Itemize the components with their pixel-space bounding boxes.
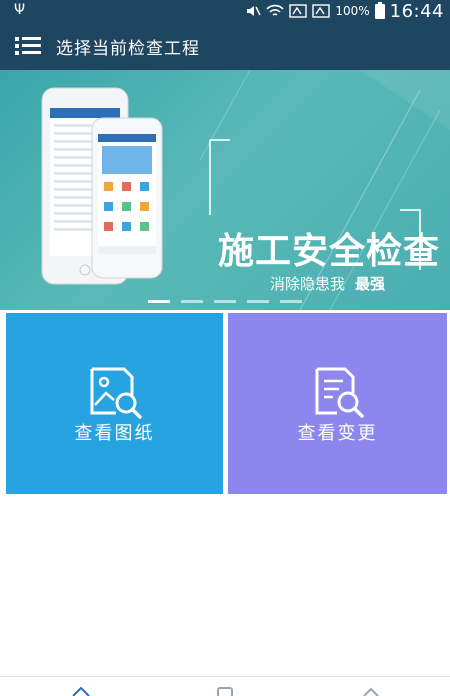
slide-indicators: [148, 300, 302, 303]
usb-icon: Ψ: [14, 2, 26, 18]
signal-icon-2: [312, 4, 331, 18]
slide-indicator[interactable]: [214, 300, 236, 303]
status-icons: 100% 16:44: [245, 0, 444, 22]
image-search-icon: [90, 367, 142, 419]
clock: 16:44: [389, 0, 444, 22]
banner-headline: 施工安全检查: [218, 231, 441, 272]
banner-subtitle: 消除隐患我 最强: [270, 273, 385, 294]
phone-front: [91, 117, 163, 279]
status-bar: Ψ 100% 16:44: [0, 0, 450, 22]
view-changes-label: 查看变更: [297, 423, 378, 444]
banner-subtitle-text: 消除隐患我: [270, 275, 346, 293]
bottom-navigation: [0, 676, 450, 696]
battery-percent: 100%: [335, 4, 370, 18]
slide-indicator[interactable]: [280, 300, 302, 303]
view-drawings-label: 查看图纸: [74, 423, 155, 444]
menu-list-icon[interactable]: [14, 32, 42, 60]
slide-indicator[interactable]: [181, 300, 203, 303]
app-bar: 选择当前检查工程: [0, 22, 450, 70]
slide-indicator[interactable]: [247, 300, 269, 303]
slide-indicator[interactable]: [148, 300, 170, 303]
page-title[interactable]: 选择当前检查工程: [56, 34, 200, 59]
mute-icon: [247, 6, 261, 16]
battery-icon: [374, 1, 385, 19]
signal-icon: [289, 4, 308, 18]
wifi-icon: [266, 4, 284, 16]
banner-emphasis: 最强: [355, 275, 386, 293]
view-changes-button[interactable]: 查看变更: [228, 313, 447, 494]
document-search-icon: [315, 367, 364, 418]
view-drawings-button[interactable]: 查看图纸: [6, 313, 223, 494]
promo-banner[interactable]: 施工安全检查 消除隐患我 最强: [0, 70, 450, 310]
